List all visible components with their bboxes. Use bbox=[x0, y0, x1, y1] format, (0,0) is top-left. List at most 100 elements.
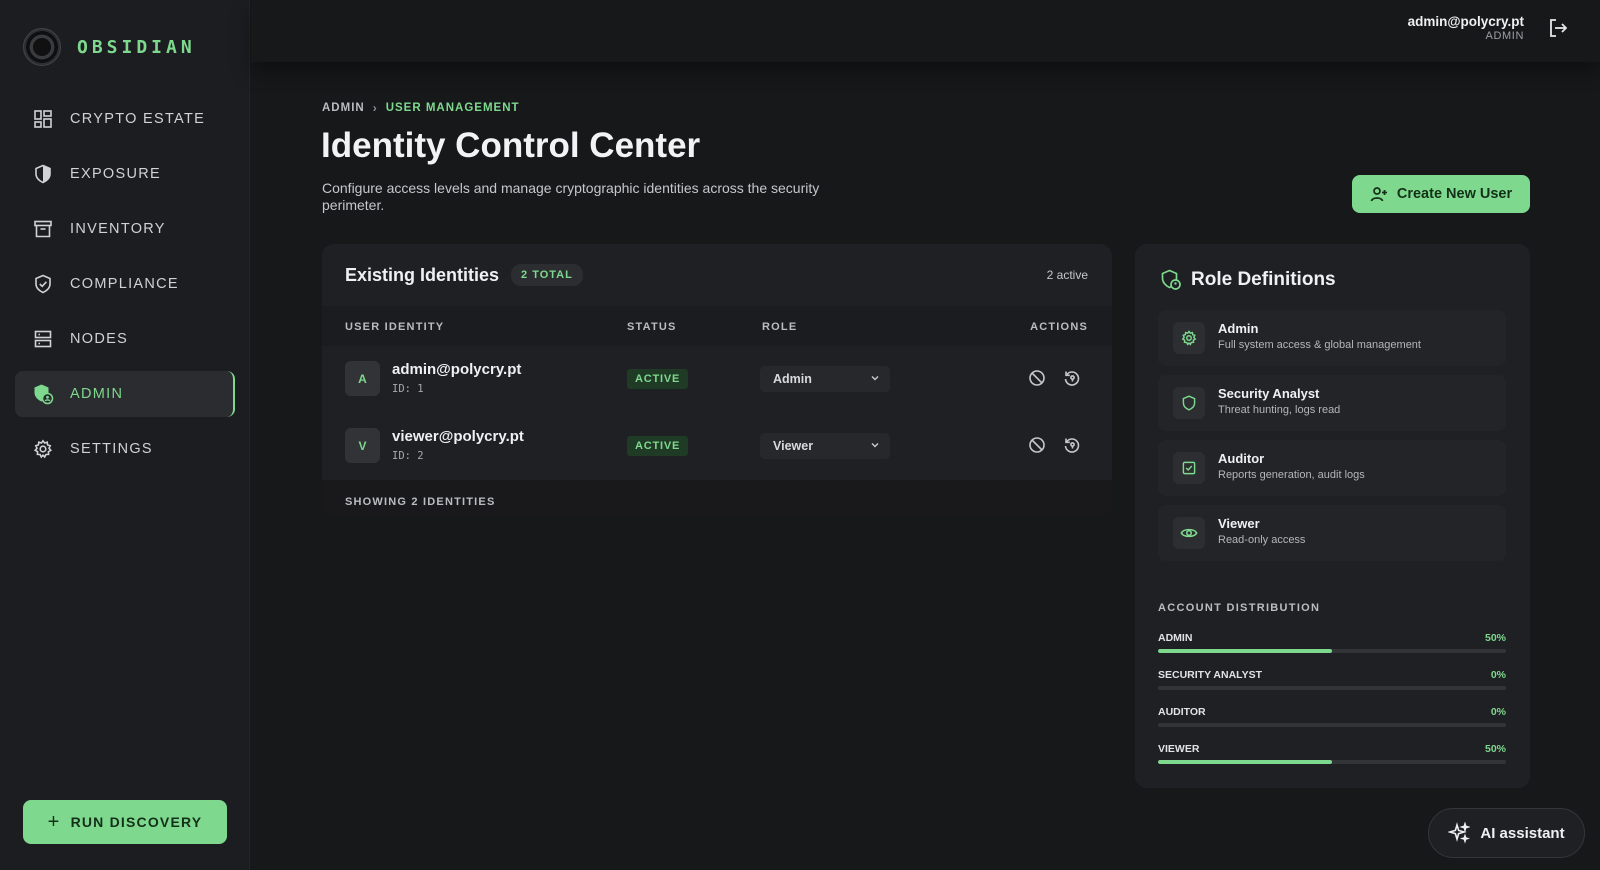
sidebar-nav: CRYPTO ESTATE EXPOSURE INVENTORY COMPLIA… bbox=[15, 96, 235, 481]
status-badge: ACTIVE bbox=[627, 369, 689, 389]
user-email: admin@polycry.pt bbox=[392, 361, 522, 378]
table-footer: SHOWING 2 IDENTITIES bbox=[322, 480, 1112, 516]
user-plus-icon bbox=[1370, 187, 1387, 202]
breadcrumb-admin[interactable]: ADMIN bbox=[322, 102, 365, 114]
distribution-label: ADMIN bbox=[1158, 632, 1193, 644]
role-definitions-header: Role Definitions bbox=[1160, 269, 1336, 291]
role-name: Viewer bbox=[1218, 516, 1260, 531]
sparkles-icon bbox=[1448, 822, 1471, 844]
column-header-user-identity: USER IDENTITY bbox=[345, 321, 445, 333]
distribution-percent: 0% bbox=[1490, 706, 1506, 718]
role-description: Full system access & global management bbox=[1218, 339, 1421, 351]
sidebar-item-crypto-estate[interactable]: CRYPTO ESTATE bbox=[15, 96, 235, 142]
sidebar-item-nodes[interactable]: NODES bbox=[15, 316, 235, 362]
top-bar: admin@polycry.pt ADMIN bbox=[251, 0, 1600, 62]
user-email: admin@polycry.pt bbox=[1407, 14, 1524, 29]
archive-icon bbox=[32, 218, 54, 240]
user-id: ID: 2 bbox=[392, 450, 424, 462]
sidebar-item-label: SETTINGS bbox=[70, 441, 153, 457]
role-select[interactable]: Viewer bbox=[760, 433, 890, 459]
run-discovery-button[interactable]: + RUN DISCOVERY bbox=[23, 800, 227, 844]
distribution-label: VIEWER bbox=[1158, 743, 1200, 755]
distribution-row-security-analyst: SECURITY ANALYST 0% bbox=[1158, 669, 1506, 697]
chevron-down-icon bbox=[871, 375, 879, 381]
sidebar: OBSIDIAN CRYPTO ESTATE EXPOSURE INVENTOR… bbox=[0, 0, 250, 870]
user-info[interactable]: admin@polycry.pt ADMIN bbox=[1408, 14, 1524, 42]
table-header: USER IDENTITY STATUS ROLE ACTIONS bbox=[322, 306, 1112, 346]
identities-title: Existing Identities bbox=[345, 264, 500, 285]
column-header-status: STATUS bbox=[627, 321, 677, 333]
checkbox-icon bbox=[1173, 452, 1205, 484]
gear-icon bbox=[32, 438, 54, 460]
page-description: Configure access levels and manage crypt… bbox=[322, 180, 820, 213]
role-select[interactable]: Admin bbox=[760, 366, 890, 392]
server-icon bbox=[32, 328, 54, 350]
distribution-row-admin: ADMIN 50% bbox=[1158, 632, 1506, 660]
distribution-percent: 50% bbox=[1484, 743, 1506, 755]
column-header-actions: ACTIONS bbox=[1030, 321, 1088, 333]
role-description: Threat hunting, logs read bbox=[1218, 404, 1341, 416]
role-item-auditor: Auditor Reports generation, audit logs bbox=[1158, 440, 1506, 496]
sidebar-item-settings[interactable]: SETTINGS bbox=[15, 426, 235, 472]
distribution-track bbox=[1158, 723, 1506, 727]
role-name: Security Analyst bbox=[1218, 386, 1320, 401]
user-email: viewer@polycry.pt bbox=[392, 428, 524, 445]
sidebar-item-exposure[interactable]: EXPOSURE bbox=[15, 151, 235, 197]
breadcrumb: ADMIN › USER MANAGEMENT bbox=[322, 101, 520, 115]
user-role: ADMIN bbox=[1485, 30, 1524, 42]
distribution-bar bbox=[1158, 649, 1332, 653]
identities-card: Existing Identities 2 TOTAL 2 active USE… bbox=[322, 244, 1112, 516]
logout-icon[interactable] bbox=[1546, 16, 1570, 40]
distribution-bar bbox=[1158, 760, 1332, 764]
chevron-down-icon bbox=[871, 442, 879, 448]
role-select-value: Admin bbox=[773, 372, 812, 386]
role-description: Read-only access bbox=[1218, 534, 1306, 546]
reset-key-icon[interactable] bbox=[1063, 369, 1081, 387]
sidebar-item-admin[interactable]: ADMIN bbox=[15, 371, 235, 417]
brand-name: OBSIDIAN bbox=[77, 36, 196, 58]
sidebar-item-inventory[interactable]: INVENTORY bbox=[15, 206, 235, 252]
role-description: Reports generation, audit logs bbox=[1218, 469, 1365, 481]
avatar: A bbox=[345, 361, 380, 396]
status-badge: ACTIVE bbox=[627, 436, 689, 456]
table-row: A admin@polycry.pt ID: 1 ACTIVE Admin bbox=[322, 346, 1112, 413]
disable-user-icon[interactable] bbox=[1028, 436, 1046, 454]
shield-check-icon bbox=[32, 273, 54, 295]
chevron-right-icon: › bbox=[372, 101, 378, 115]
gear-icon bbox=[1173, 322, 1205, 354]
eye-icon bbox=[1173, 517, 1205, 549]
ai-assistant-button[interactable]: AI assistant bbox=[1428, 808, 1585, 858]
role-name: Auditor bbox=[1218, 451, 1265, 466]
disable-user-icon[interactable] bbox=[1028, 369, 1046, 387]
shield-user-icon bbox=[1161, 269, 1181, 290]
reset-key-icon[interactable] bbox=[1063, 436, 1081, 454]
showing-count: SHOWING 2 IDENTITIES bbox=[345, 496, 496, 508]
distribution-label: SECURITY ANALYST bbox=[1158, 669, 1263, 681]
sidebar-item-compliance[interactable]: COMPLIANCE bbox=[15, 261, 235, 307]
sidebar-item-label: EXPOSURE bbox=[70, 166, 161, 182]
distribution-label: AUDITOR bbox=[1158, 706, 1206, 718]
grid-icon bbox=[32, 108, 54, 130]
sidebar-item-label: ADMIN bbox=[70, 386, 124, 402]
brand[interactable]: OBSIDIAN bbox=[23, 28, 196, 66]
shield-half-icon bbox=[32, 163, 54, 185]
sidebar-item-label: NODES bbox=[70, 331, 129, 347]
identities-header: Existing Identities 2 TOTAL 2 active bbox=[322, 244, 1112, 306]
create-new-user-button[interactable]: Create New User bbox=[1352, 175, 1530, 213]
total-badge: 2 TOTAL bbox=[511, 264, 583, 286]
sidebar-item-label: CRYPTO ESTATE bbox=[70, 111, 206, 127]
user-id: ID: 1 bbox=[392, 383, 424, 395]
ai-assistant-label: AI assistant bbox=[1480, 824, 1565, 842]
obsidian-logo-icon bbox=[23, 28, 61, 66]
role-definitions-card: Role Definitions Admin Full system acces… bbox=[1135, 244, 1530, 788]
plus-icon: + bbox=[47, 810, 61, 833]
shield-user-icon bbox=[32, 383, 54, 405]
breadcrumb-user-management: USER MANAGEMENT bbox=[385, 102, 520, 114]
role-item-admin: Admin Full system access & global manage… bbox=[1158, 310, 1506, 366]
run-discovery-label: RUN DISCOVERY bbox=[70, 814, 203, 830]
role-item-viewer: Viewer Read-only access bbox=[1158, 505, 1506, 561]
page-title: Identity Control Center bbox=[321, 126, 701, 165]
shield-icon bbox=[1173, 387, 1205, 419]
sidebar-item-label: COMPLIANCE bbox=[70, 276, 179, 292]
distribution-percent: 0% bbox=[1490, 669, 1506, 681]
